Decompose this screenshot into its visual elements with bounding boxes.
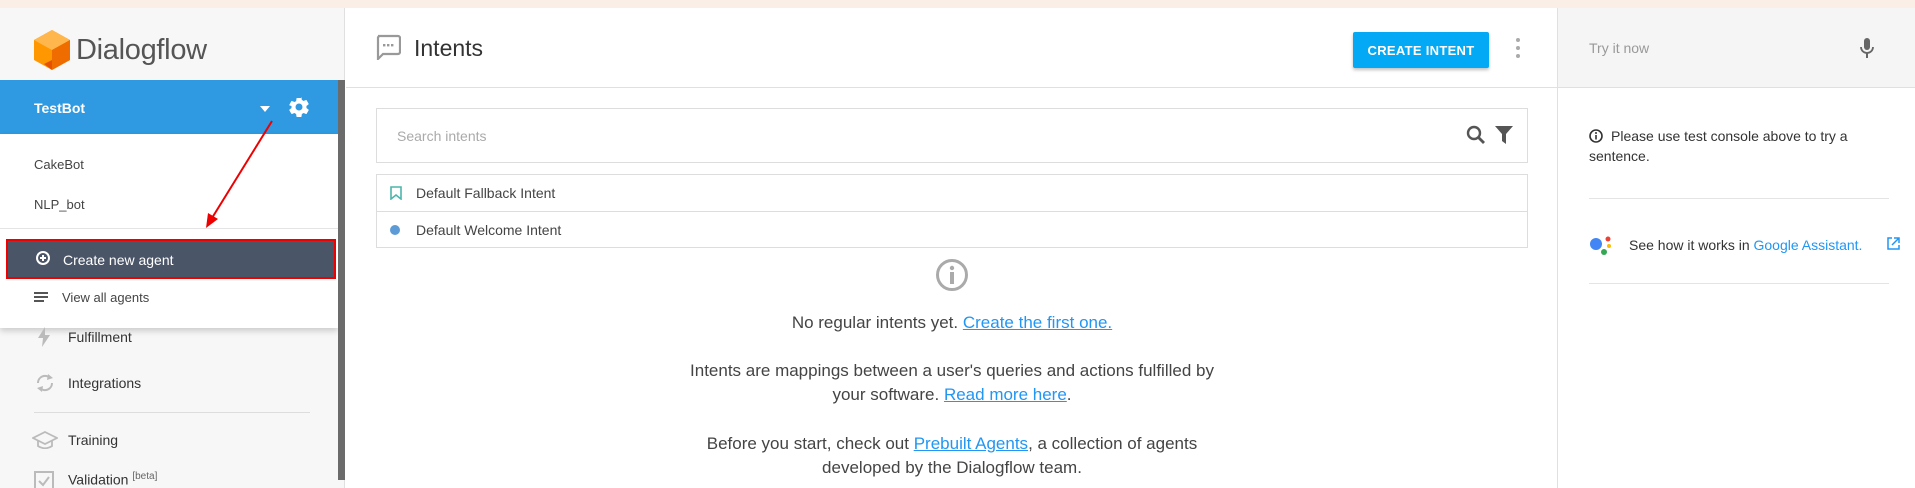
create-first-intent-link[interactable]: Create the first one. xyxy=(963,313,1112,332)
sidebar-item-validation[interactable]: Validation [beta] xyxy=(34,466,314,488)
info-icon xyxy=(1589,129,1603,143)
beta-badge: [beta] xyxy=(132,471,158,482)
intent-name: Default Welcome Intent xyxy=(416,222,562,238)
intent-list: Default Fallback Intent Default Welcome … xyxy=(376,174,1528,248)
agent-dropdown-menu: CakeBot NLP_bot Create new agent View al… xyxy=(0,134,338,328)
info-icon xyxy=(936,259,968,291)
panel-divider xyxy=(1589,198,1889,199)
intent-row-welcome[interactable]: Default Welcome Intent xyxy=(377,212,1527,248)
bookmark-icon xyxy=(390,186,402,200)
sidebar-divider xyxy=(34,412,310,413)
external-link-icon[interactable] xyxy=(1887,237,1900,250)
more-vert-icon[interactable] xyxy=(1515,38,1521,58)
microphone-icon[interactable] xyxy=(1860,38,1874,58)
search-bar xyxy=(376,108,1528,163)
current-agent-name: TestBot xyxy=(34,100,86,116)
app-name: Dialogflow xyxy=(76,33,207,66)
agent-option[interactable]: NLP_bot xyxy=(34,197,85,212)
search-icon[interactable] xyxy=(1466,125,1486,145)
chat-bubble-icon xyxy=(376,34,401,60)
graduation-cap-icon xyxy=(32,431,58,449)
sidebar-item-label: Integrations xyxy=(68,375,142,391)
sidebar-item-fulfillment[interactable]: Fulfillment xyxy=(34,324,314,350)
sync-icon xyxy=(36,374,54,392)
test-console-header xyxy=(1558,8,1915,88)
try-it-now-input[interactable] xyxy=(1589,38,1839,58)
intent-row-fallback[interactable]: Default Fallback Intent xyxy=(377,175,1527,211)
dot-icon xyxy=(390,225,400,235)
agent-selector[interactable]: TestBot xyxy=(0,80,338,134)
create-intent-button[interactable]: CREATE INTENT xyxy=(1353,32,1489,68)
menu-divider xyxy=(0,228,338,229)
create-new-agent-label: Create new agent xyxy=(63,252,174,268)
sidebar-item-label: Fulfillment xyxy=(68,329,132,345)
sidebar-item-label: Validation [beta] xyxy=(68,471,158,488)
search-input[interactable] xyxy=(397,126,1397,146)
test-console-panel: Please use test console above to try a s… xyxy=(1557,8,1915,488)
chevron-down-icon[interactable] xyxy=(260,106,270,112)
app-logo[interactable]: Dialogflow xyxy=(34,30,207,70)
create-new-agent-button[interactable]: Create new agent xyxy=(6,239,336,279)
sidebar-item-integrations[interactable]: Integrations xyxy=(34,370,314,396)
view-all-agents-label: View all agents xyxy=(62,290,150,305)
prebuilt-agents-link[interactable]: Prebuilt Agents xyxy=(914,434,1028,453)
dialogflow-logo-icon xyxy=(34,30,70,70)
lightning-icon xyxy=(38,327,50,347)
list-icon xyxy=(34,292,48,302)
add-circle-icon xyxy=(36,251,50,265)
sidebar-item-training[interactable]: Training xyxy=(32,427,314,453)
google-assistant-link[interactable]: Google Assistant. xyxy=(1754,237,1863,253)
page-title: Intents xyxy=(414,35,484,61)
annotation-arrow xyxy=(206,120,273,228)
empty-state-message: No regular intents yet. Create the first… xyxy=(791,313,1113,332)
panel-divider xyxy=(1589,283,1889,284)
filter-icon[interactable] xyxy=(1495,126,1513,144)
intent-name: Default Fallback Intent xyxy=(416,185,556,201)
google-assistant-icon xyxy=(1590,236,1611,255)
view-all-agents-link[interactable]: View all agents xyxy=(34,288,314,308)
test-console-hint: Please use test console above to try a s… xyxy=(1589,128,1848,164)
prebuilt-agents-description: Before you start, check out Prebuilt Age… xyxy=(706,434,1198,477)
google-assistant-row: See how it works in Google Assistant. xyxy=(1589,228,1900,258)
check-box-icon xyxy=(34,471,54,488)
gear-icon[interactable] xyxy=(287,95,311,119)
sidebar-item-label: Training xyxy=(68,432,119,448)
main-header: Intents CREATE INTENT xyxy=(346,8,1557,88)
read-more-link[interactable]: Read more here xyxy=(944,385,1067,404)
top-banner-strip xyxy=(0,0,1915,8)
agent-option[interactable]: CakeBot xyxy=(34,157,84,172)
sidebar-scrollbar[interactable] xyxy=(338,80,345,480)
empty-state-description: Intents are mappings between a user's qu… xyxy=(690,361,1214,404)
